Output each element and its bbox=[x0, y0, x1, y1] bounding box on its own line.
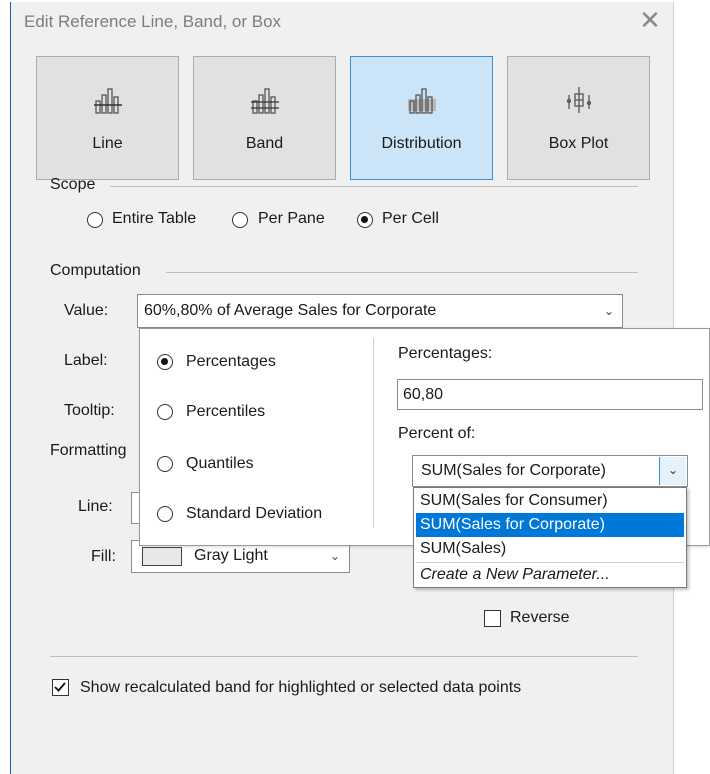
line-format-label: Line: bbox=[78, 498, 113, 515]
fill-color-swatch bbox=[142, 547, 182, 566]
percentiles-option-label: Percentiles bbox=[186, 403, 266, 420]
quantiles-radio[interactable] bbox=[157, 456, 173, 472]
line-type-label: Line bbox=[92, 135, 123, 152]
reverse-checkbox[interactable] bbox=[484, 610, 501, 627]
distribution-type-button[interactable]: Distribution bbox=[350, 56, 493, 180]
scope-divider bbox=[110, 186, 638, 187]
close-icon[interactable]: ✕ bbox=[636, 6, 664, 34]
per-pane-radio[interactable] bbox=[232, 212, 248, 228]
tooltip-label: Tooltip: bbox=[64, 402, 115, 419]
percentages-field-label: Percentages: bbox=[398, 345, 493, 362]
percent-of-options-list: SUM(Sales for Consumer) SUM(Sales for Co… bbox=[413, 487, 687, 588]
percent-of-dropdown[interactable]: SUM(Sales for Corporate) ⌄ bbox=[412, 455, 688, 487]
percentages-input[interactable]: 60,80 bbox=[397, 379, 703, 410]
percentages-input-value: 60,80 bbox=[403, 386, 444, 403]
standard-deviation-radio[interactable] bbox=[157, 506, 173, 522]
distribution-chart-icon bbox=[407, 88, 436, 114]
show-recalculated-checkbox[interactable] bbox=[52, 679, 69, 696]
formatting-section-label: Formatting bbox=[50, 442, 127, 459]
option-sum-sales-corporate[interactable]: SUM(Sales for Corporate) bbox=[416, 513, 684, 537]
popup-divider bbox=[373, 338, 374, 528]
chevron-down-icon[interactable]: ⌄ bbox=[659, 457, 686, 485]
scope-section-label: Scope bbox=[50, 176, 96, 193]
entire-table-radio[interactable] bbox=[87, 212, 103, 228]
percentages-radio[interactable] bbox=[157, 354, 173, 370]
distribution-type-label: Distribution bbox=[381, 135, 462, 152]
band-type-button[interactable]: Band bbox=[193, 56, 336, 180]
checkmark-icon bbox=[54, 682, 66, 692]
line-chart-icon bbox=[93, 88, 122, 114]
option-create-parameter[interactable]: Create a New Parameter... bbox=[416, 563, 684, 587]
standard-deviation-option-label: Standard Deviation bbox=[186, 505, 323, 522]
footer-divider bbox=[50, 656, 638, 657]
computation-section-label: Computation bbox=[50, 262, 141, 279]
show-recalculated-label: Show recalculated band for highlighted o… bbox=[80, 679, 522, 696]
per-cell-radio[interactable] bbox=[357, 212, 373, 228]
fill-label: Fill: bbox=[91, 548, 116, 565]
label-label: Label: bbox=[64, 352, 108, 369]
option-sum-sales[interactable]: SUM(Sales) bbox=[416, 537, 684, 561]
per-pane-label: Per Pane bbox=[258, 210, 325, 227]
chevron-down-icon: ⌄ bbox=[330, 549, 341, 563]
dialog-title: Edit Reference Line, Band, or Box bbox=[24, 12, 282, 31]
value-dropdown[interactable]: 60%,80% of Average Sales for Corporate ⌄ bbox=[137, 294, 623, 328]
box-plot-type-button[interactable]: Box Plot bbox=[507, 56, 650, 180]
band-chart-icon bbox=[250, 88, 279, 114]
line-type-button[interactable]: Line bbox=[36, 56, 179, 180]
chevron-down-icon: ⌄ bbox=[604, 304, 615, 318]
computation-divider bbox=[166, 272, 638, 273]
per-cell-label: Per Cell bbox=[382, 210, 439, 227]
quantiles-option-label: Quantiles bbox=[186, 455, 254, 472]
percentiles-radio[interactable] bbox=[157, 404, 173, 420]
value-dropdown-text: 60%,80% of Average Sales for Corporate bbox=[144, 302, 437, 319]
entire-table-label: Entire Table bbox=[112, 210, 197, 227]
band-type-label: Band bbox=[245, 135, 284, 152]
option-sum-sales-consumer[interactable]: SUM(Sales for Consumer) bbox=[416, 489, 684, 513]
reverse-label: Reverse bbox=[510, 609, 570, 626]
percent-of-dropdown-text: SUM(Sales for Corporate) bbox=[421, 462, 606, 479]
percent-of-label: Percent of: bbox=[398, 425, 476, 442]
percentages-option-label: Percentages bbox=[186, 353, 276, 370]
box-plot-icon bbox=[566, 87, 591, 113]
value-label: Value: bbox=[64, 302, 109, 319]
fill-dropdown-text: Gray Light bbox=[194, 547, 268, 564]
box-plot-type-label: Box Plot bbox=[548, 135, 609, 152]
